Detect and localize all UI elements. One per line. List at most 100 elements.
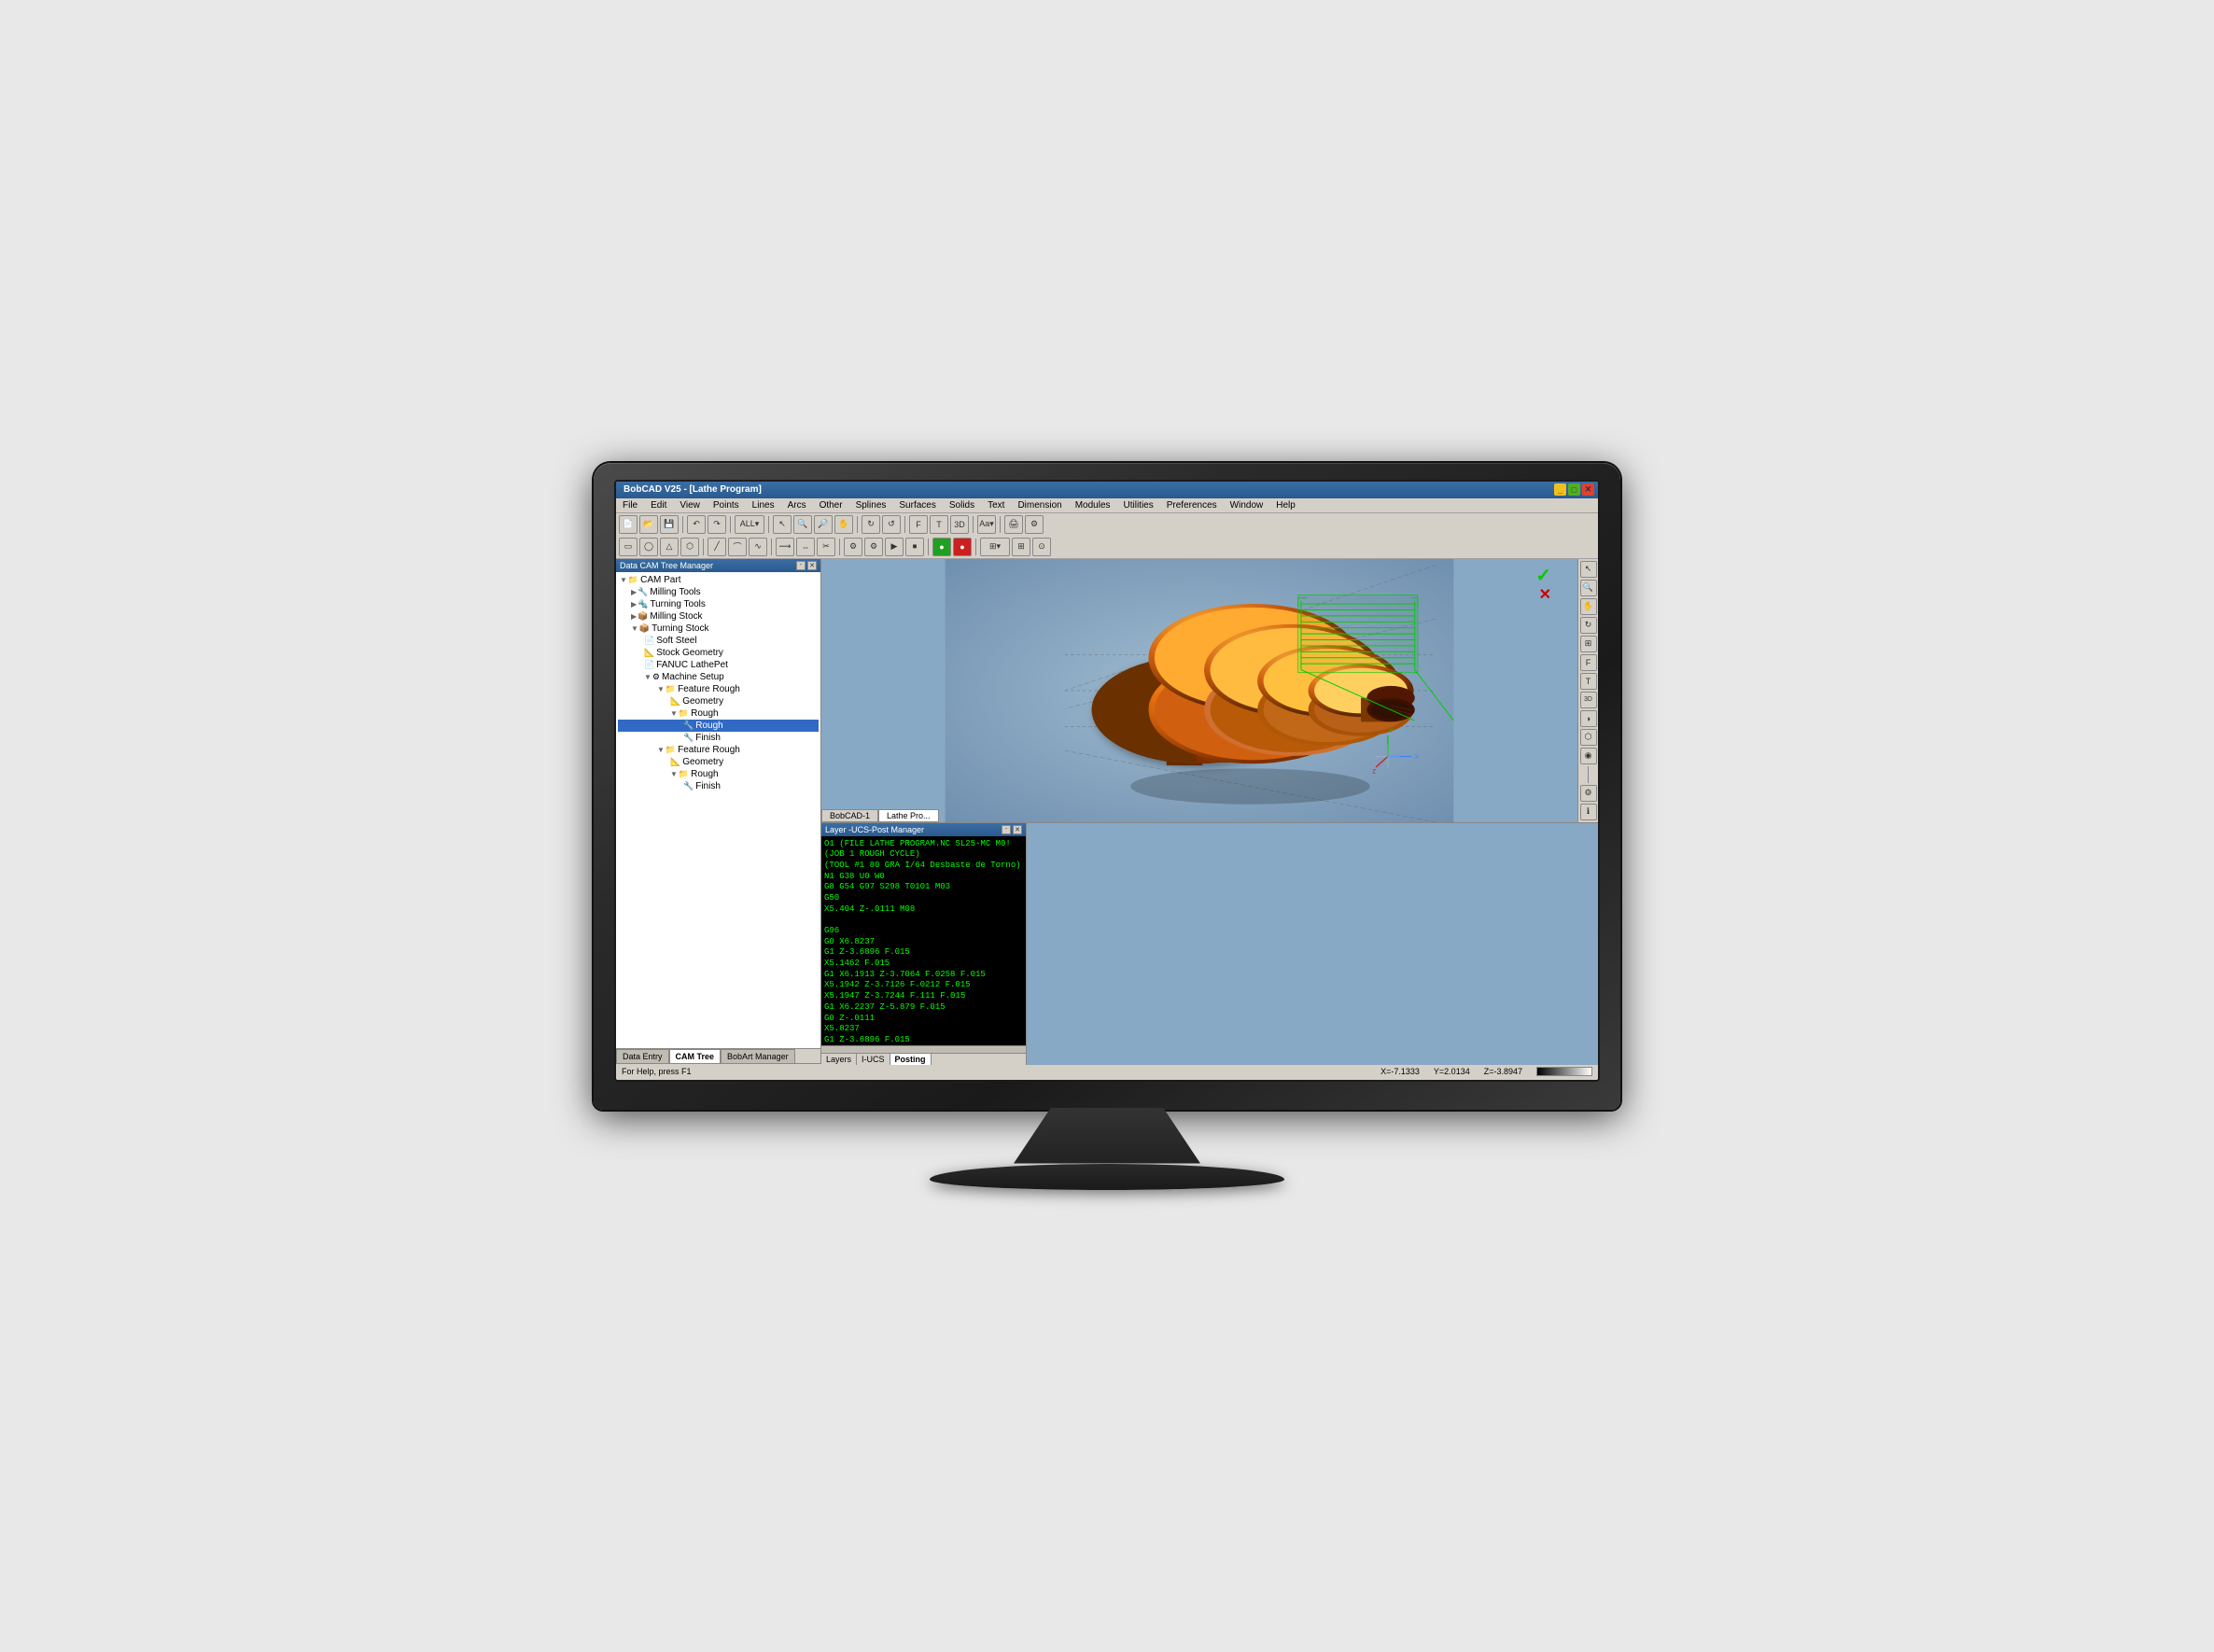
tree-item-rough-selected[interactable]: 🔧 Rough [618,720,819,732]
expander-cam-part[interactable]: ▼ [620,576,627,584]
tab-cam-tree[interactable]: CAM Tree [669,1049,722,1063]
tree-item-turning-tools[interactable]: ▶ 🔩 Turning Tools [618,598,819,610]
rt-info[interactable]: ℹ [1580,804,1597,820]
save-button[interactable]: 💾 [660,515,679,534]
rt-zoom[interactable]: 🔍 [1580,580,1597,596]
view-tab-lathe[interactable]: Lathe Pro... [878,809,939,822]
snap-btn[interactable]: ⊙ [1032,538,1051,556]
rt-rotate[interactable]: ↻ [1580,617,1597,634]
code-scrollbar-h[interactable] [821,1045,1026,1053]
trim-btn[interactable]: ✂ [817,538,835,556]
code-panel-pin[interactable]: - [1002,825,1011,834]
font-btn[interactable]: Aa▾ [977,515,996,534]
tab-data-entry[interactable]: Data Entry [616,1049,669,1063]
tree-item-rough-group-1[interactable]: ▼ 📁 Rough [618,707,819,720]
pan-tool[interactable]: ✋ [834,515,853,534]
menu-solids[interactable]: Solids [946,500,977,511]
cam-btn3[interactable]: ▶ [885,538,904,556]
3d-viewport[interactable]: X Y Z ✓ ✕ [821,559,1577,822]
panel-pin-button[interactable]: - [796,561,806,570]
red-btn[interactable]: ● [953,538,972,556]
tree-item-geometry-2[interactable]: 📐 Geometry [618,756,819,768]
cam-btn4[interactable]: ⏹ [905,538,924,556]
line2[interactable]: ⌒ [728,538,747,556]
expander-feature-rough-1[interactable]: ▼ [657,685,665,693]
menu-help[interactable]: Help [1273,500,1298,511]
view-select[interactable]: ⊞▾ [980,538,1010,556]
tab-bobart[interactable]: BobArt Manager [721,1049,795,1063]
settings-btn[interactable]: ⚙ [1025,515,1044,534]
green-btn[interactable]: ● [932,538,951,556]
rt-front[interactable]: F [1580,654,1597,671]
panel-close-button[interactable]: ✕ [807,561,817,570]
rt-select[interactable]: ↖ [1580,561,1597,578]
menu-file[interactable]: File [620,500,640,511]
tree-item-feature-rough-1[interactable]: ▼ 📁 Feature Rough [618,683,819,695]
shape1[interactable]: ▭ [619,538,638,556]
brightness-slider[interactable] [1536,1067,1592,1076]
rt-top[interactable]: T [1580,673,1597,690]
tree-item-turning-stock[interactable]: ▼ 📦 Turning Stock [618,623,819,635]
all-dropdown[interactable]: ALL▾ [735,515,764,534]
menu-surfaces[interactable]: Surfaces [896,500,938,511]
expander-machine-setup[interactable]: ▼ [644,673,652,681]
menu-splines[interactable]: Splines [853,500,890,511]
tree-item-geometry-1[interactable]: 📐 Geometry [618,695,819,707]
menu-preferences[interactable]: Preferences [1164,500,1220,511]
rt-wire[interactable]: ⬡ [1580,729,1597,746]
expander-rough-group-2[interactable]: ▼ [670,770,678,778]
offset-btn[interactable]: ⟿ [776,538,794,556]
maximize-button[interactable]: □ [1568,483,1580,496]
cam-btn2[interactable]: ⚙ [864,538,883,556]
tree-item-stock-geometry[interactable]: 📐 Stock Geometry [618,647,819,659]
undo-button[interactable]: ↶ [687,515,706,534]
open-button[interactable]: 📂 [639,515,658,534]
expander-rough-group-1[interactable]: ▼ [670,709,678,718]
tree-item-fanuc[interactable]: 📄 FANUC LathePet [618,659,819,671]
zoom-in[interactable]: 🔍 [793,515,812,534]
expander-turning-stock[interactable]: ▼ [631,624,638,633]
tree-item-milling-tools[interactable]: ▶ 🔧 Milling Tools [618,586,819,598]
redo-button[interactable]: ↷ [708,515,726,534]
tree-item-soft-steel[interactable]: 📄 Soft Steel [618,635,819,647]
rt-pan[interactable]: ✋ [1580,598,1597,615]
cursor-tool[interactable]: ↖ [773,515,792,534]
grid-btn[interactable]: ⊞ [1012,538,1030,556]
menu-points[interactable]: Points [710,500,742,511]
code-display[interactable]: O1 (FILE LATHE PROGRAM.NC SL25-MC M0! (J… [821,836,1026,1045]
mirror-btn[interactable]: ⇔ [796,538,815,556]
menu-lines[interactable]: Lines [750,500,778,511]
rt-fit[interactable]: ⊞ [1580,636,1597,652]
tree-item-finish-2[interactable]: 🔧 Finish [618,780,819,792]
view-top[interactable]: T [930,515,948,534]
view-iso[interactable]: 3D [950,515,969,534]
view-front[interactable]: F [909,515,928,534]
tree-item-machine-setup[interactable]: ▼ ⚙ Machine Setup [618,671,819,683]
shape3[interactable]: △ [660,538,679,556]
menu-edit[interactable]: Edit [648,500,669,511]
shape4[interactable]: ⬡ [680,538,699,556]
menu-modules[interactable]: Modules [1072,500,1114,511]
code-panel-close[interactable]: ✕ [1013,825,1022,834]
zoom-out[interactable]: 🔎 [814,515,833,534]
rotate-cw[interactable]: ↻ [862,515,880,534]
expander-feature-rough-2[interactable]: ▼ [657,746,665,754]
line1[interactable]: ╱ [708,538,726,556]
rt-render[interactable]: ◉ [1580,748,1597,764]
print-btn[interactable]: 🖨 [1004,515,1023,534]
new-button[interactable]: 📄 [619,515,638,534]
tree-item-finish-1[interactable]: 🔧 Finish [618,732,819,744]
menu-arcs[interactable]: Arcs [785,500,809,511]
menu-window[interactable]: Window [1227,500,1267,511]
rt-iso[interactable]: 3D [1580,692,1597,708]
tree-item-cam-part[interactable]: ▼ 📁 CAM Part [618,574,819,586]
tab-ucs[interactable]: I-UCS [857,1054,890,1065]
view-tab-bobcad[interactable]: BobCAD-1 [821,809,878,822]
menu-other[interactable]: Other [817,500,846,511]
menu-text[interactable]: Text [985,500,1007,511]
menu-dimension[interactable]: Dimension [1015,500,1064,511]
menu-utilities[interactable]: Utilities [1121,500,1156,511]
expander-turning-tools[interactable]: ▶ [631,600,637,609]
close-button[interactable]: ✕ [1582,483,1594,496]
tab-posting[interactable]: Posting [890,1054,932,1065]
